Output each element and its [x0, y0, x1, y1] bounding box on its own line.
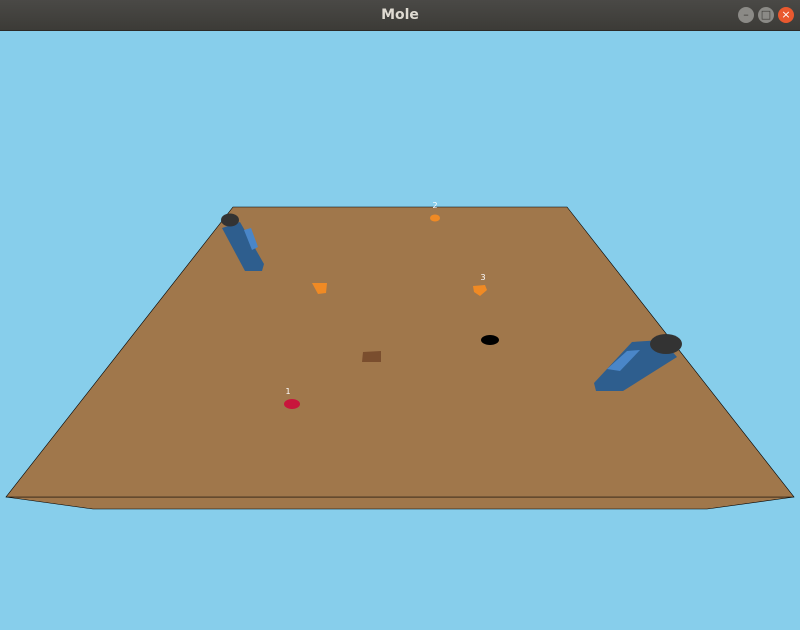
marker-3-label: 3 [480, 273, 485, 282]
ground-edge [5, 496, 795, 510]
game-scene[interactable]: 2 3 1 [0, 31, 800, 630]
title-bar[interactable]: Mole – □ × [0, 0, 800, 31]
window-title: Mole [381, 7, 419, 23]
minimize-button[interactable]: – [738, 7, 754, 23]
player-far-head [221, 213, 239, 227]
marker-2 [430, 214, 440, 222]
crate [362, 351, 381, 362]
player-near-head [650, 334, 682, 354]
marker-2-label: 2 [432, 201, 437, 210]
close-button[interactable]: × [778, 7, 794, 23]
mole-hole [481, 335, 499, 345]
game-window: Mole – □ × 2 3 1 [0, 0, 800, 630]
marker-1 [284, 399, 300, 409]
marker-1-label: 1 [285, 387, 290, 396]
maximize-button[interactable]: □ [758, 7, 774, 23]
ground-plane [5, 206, 795, 498]
